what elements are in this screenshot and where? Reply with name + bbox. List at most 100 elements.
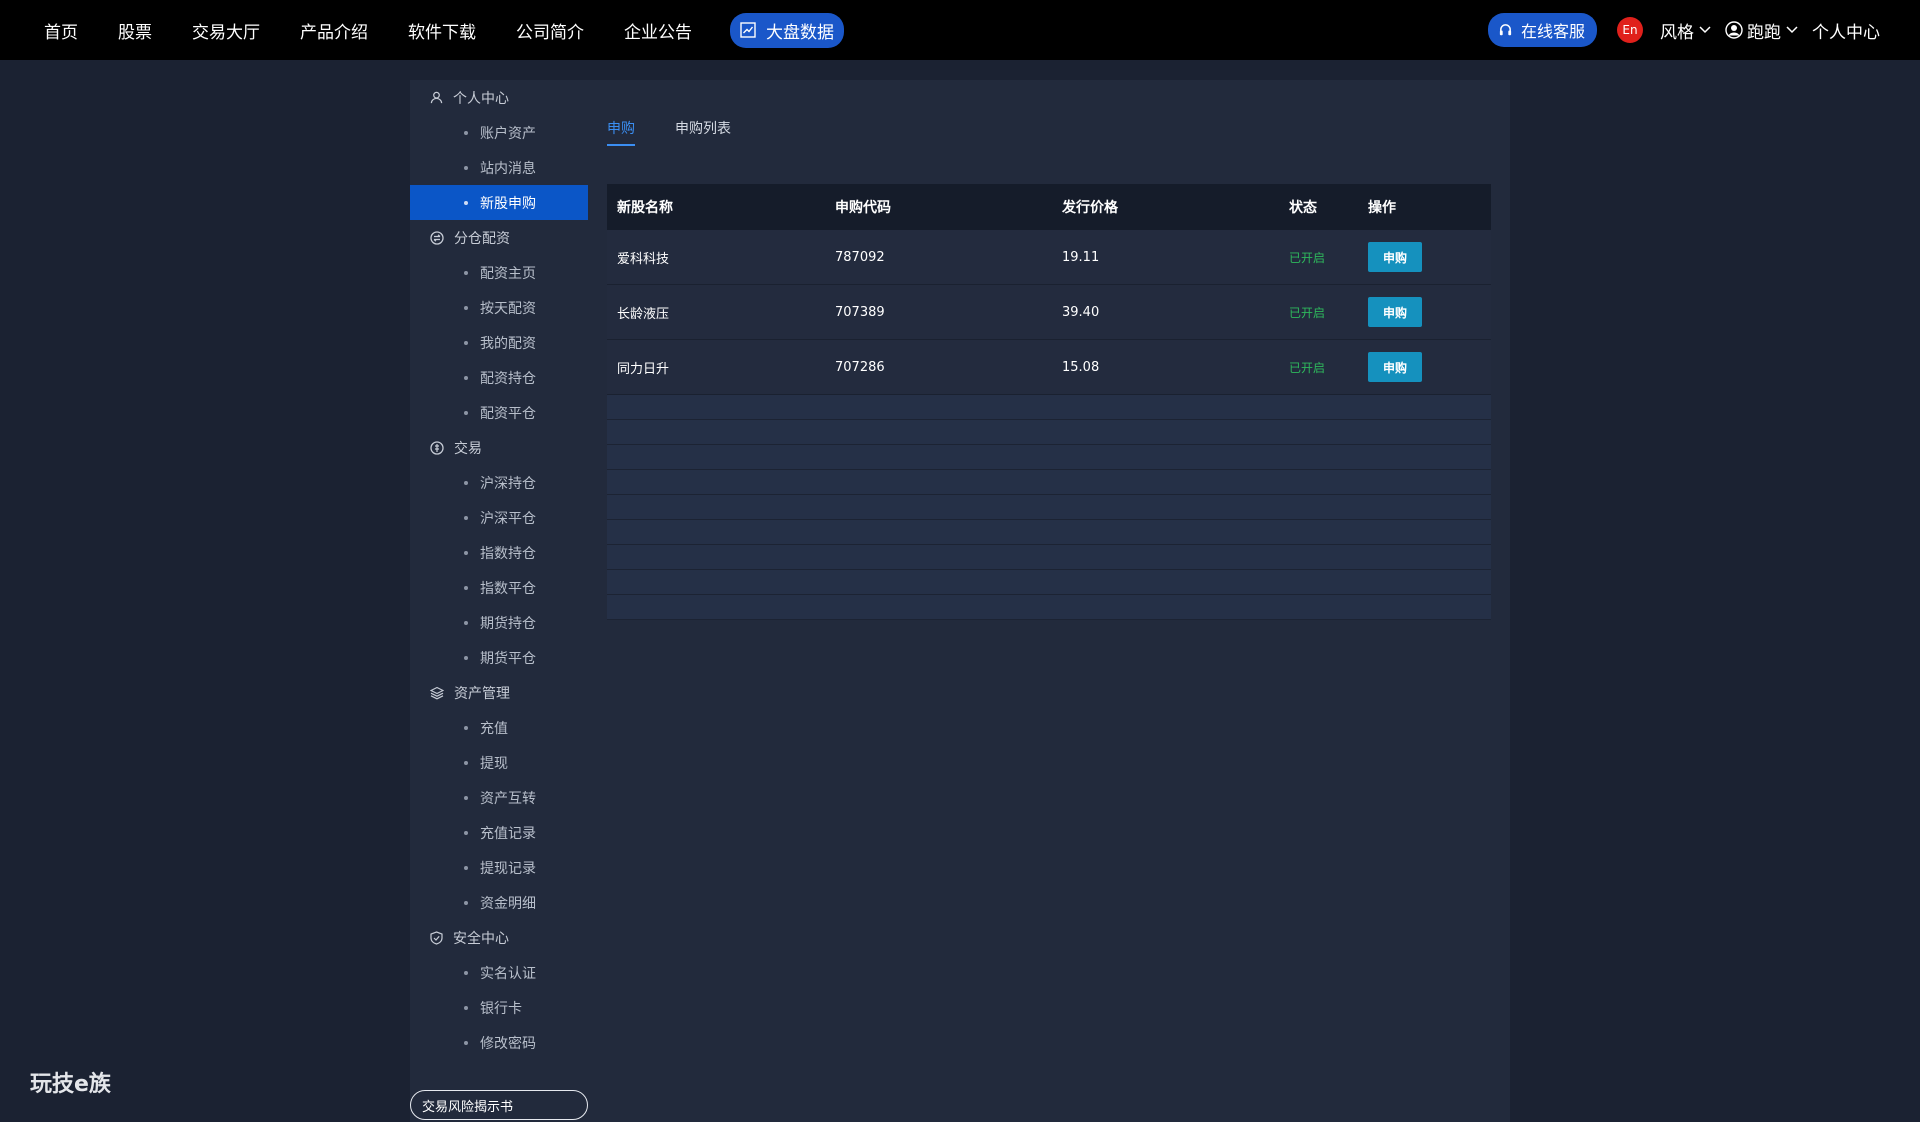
sidebar-item-identity-verification[interactable]: 实名认证 bbox=[410, 955, 588, 990]
sidebar-item-withdraw-records[interactable]: 提现记录 bbox=[410, 850, 588, 885]
sidebar-item-label: 充值 bbox=[480, 720, 508, 737]
user-avatar-icon bbox=[1725, 21, 1743, 39]
tab-bar: 申购 申购列表 bbox=[607, 118, 771, 146]
sidebar-item-label: 银行卡 bbox=[480, 1000, 522, 1017]
subscribe-button[interactable]: 申购 bbox=[1368, 242, 1422, 272]
sidebar-group-label: 资产管理 bbox=[454, 685, 510, 702]
brand-watermark: 玩技e族 bbox=[30, 1072, 111, 1097]
chart-icon bbox=[740, 22, 756, 38]
column-header-code: 申购代码 bbox=[835, 200, 891, 216]
subscribe-button[interactable]: 申购 bbox=[1368, 297, 1422, 327]
empty-table-row bbox=[607, 420, 1491, 445]
sidebar-item-label: 期货平仓 bbox=[480, 650, 536, 667]
column-header-status: 状态 bbox=[1289, 200, 1317, 216]
sidebar-item-label: 充值记录 bbox=[480, 825, 536, 842]
style-dropdown[interactable]: 风格 bbox=[1660, 18, 1711, 43]
sidebar-item-futures-positions[interactable]: 期货持仓 bbox=[410, 605, 588, 640]
tab-subscribe[interactable]: 申购 bbox=[607, 118, 635, 146]
sidebar-item-label: 配资平仓 bbox=[480, 405, 536, 422]
sidebar-item-bank-card[interactable]: 银行卡 bbox=[410, 990, 588, 1025]
sidebar-item-label: 指数平仓 bbox=[480, 580, 536, 597]
currency-circle-icon bbox=[430, 440, 444, 455]
sidebar-group-trade[interactable]: 交易 bbox=[410, 430, 588, 465]
sidebar-item-label: 站内消息 bbox=[480, 160, 536, 177]
sidebar-item-label: 提现 bbox=[480, 755, 508, 772]
sidebar-item-label: 账户资产 bbox=[480, 125, 536, 142]
sidebar-item-margin-positions[interactable]: 配资持仓 bbox=[410, 360, 588, 395]
sidebar-item-label: 资产互转 bbox=[480, 790, 536, 807]
sidebar-item-deposit[interactable]: 充值 bbox=[410, 710, 588, 745]
cell-name: 爱科科技 bbox=[617, 251, 670, 267]
online-service-button[interactable]: 在线客服 bbox=[1487, 13, 1597, 47]
sidebar-item-index-positions[interactable]: 指数持仓 bbox=[410, 535, 588, 570]
chevron-down-icon bbox=[1699, 26, 1711, 34]
table-row: 长龄液压 707389 39.40 已开启 申购 bbox=[607, 285, 1491, 340]
sidebar-item-withdraw[interactable]: 提现 bbox=[410, 745, 588, 780]
status-badge: 已开启 bbox=[1289, 250, 1326, 265]
sidebar-item-label: 我的配资 bbox=[480, 335, 536, 352]
main-nav: 首页 股票 交易大厅 产品介绍 软件下载 公司简介 企业公告 大盘数据 bbox=[0, 0, 884, 60]
sidebar-group-label: 个人中心 bbox=[453, 90, 509, 107]
sidebar-item-a-share-closed[interactable]: 沪深平仓 bbox=[410, 500, 588, 535]
nav-announcements[interactable]: 企业公告 bbox=[624, 18, 692, 43]
nav-downloads[interactable]: 软件下载 bbox=[408, 18, 476, 43]
empty-table-row bbox=[607, 520, 1491, 545]
sidebar-item-account-assets[interactable]: 账户资产 bbox=[410, 115, 588, 150]
sidebar-group-assets[interactable]: 资产管理 bbox=[410, 675, 588, 710]
sidebar-group-security[interactable]: 安全中心 bbox=[410, 920, 588, 955]
sidebar-item-label: 提现记录 bbox=[480, 860, 536, 877]
sidebar-item-a-share-positions[interactable]: 沪深持仓 bbox=[410, 465, 588, 500]
table-header: 新股名称 申购代码 发行价格 状态 操作 bbox=[607, 184, 1491, 230]
column-header-action: 操作 bbox=[1368, 200, 1396, 216]
sidebar-item-label: 实名认证 bbox=[480, 965, 536, 982]
nav-market-data[interactable]: 大盘数据 bbox=[730, 12, 844, 48]
sidebar-item-ipo-subscription[interactable]: 新股申购 bbox=[410, 185, 588, 220]
subscribe-button[interactable]: 申购 bbox=[1368, 352, 1422, 382]
sidebar-item-messages[interactable]: 站内消息 bbox=[410, 150, 588, 185]
cell-code: 787092 bbox=[835, 249, 885, 265]
nav-home[interactable]: 首页 bbox=[44, 18, 78, 43]
sidebar-item-futures-closed[interactable]: 期货平仓 bbox=[410, 640, 588, 675]
cell-price: 15.08 bbox=[1062, 359, 1100, 375]
sidebar-item-fund-details[interactable]: 资金明细 bbox=[410, 885, 588, 920]
sidebar-item-label: 配资主页 bbox=[480, 265, 536, 282]
table-row: 爱科科技 787092 19.11 已开启 申购 bbox=[607, 230, 1491, 285]
sidebar-item-my-margin[interactable]: 我的配资 bbox=[410, 325, 588, 360]
sidebar-item-label: 沪深平仓 bbox=[480, 510, 536, 527]
nav-stocks[interactable]: 股票 bbox=[118, 18, 152, 43]
tab-subscription-list[interactable]: 申购列表 bbox=[675, 118, 731, 146]
column-header-price: 发行价格 bbox=[1062, 200, 1118, 216]
empty-table-row bbox=[607, 395, 1491, 420]
empty-table-row bbox=[607, 545, 1491, 570]
empty-table-row bbox=[607, 470, 1491, 495]
sidebar-item-index-closed[interactable]: 指数平仓 bbox=[410, 570, 588, 605]
user-menu[interactable]: 跑跑 bbox=[1725, 18, 1798, 43]
sidebar-group-personal[interactable]: 个人中心 bbox=[410, 80, 588, 115]
sidebar-group-label: 分仓配资 bbox=[454, 230, 510, 247]
exchange-circle-icon bbox=[430, 230, 444, 245]
nav-products[interactable]: 产品介绍 bbox=[300, 18, 368, 43]
sidebar-item-label: 指数持仓 bbox=[480, 545, 536, 562]
sidebar: 个人中心 账户资产 站内消息 新股申购 分仓配资 配资主页 按天配资 我的配资 … bbox=[410, 80, 588, 1122]
nav-trading-hall[interactable]: 交易大厅 bbox=[192, 18, 260, 43]
empty-table-row bbox=[607, 570, 1491, 595]
column-header-name: 新股名称 bbox=[617, 200, 673, 216]
sidebar-item-change-password[interactable]: 修改密码 bbox=[410, 1025, 588, 1060]
sidebar-item-margin-closed[interactable]: 配资平仓 bbox=[410, 395, 588, 430]
cell-name: 同力日升 bbox=[617, 361, 670, 377]
sidebar-item-label: 新股申购 bbox=[480, 195, 536, 212]
risk-disclosure-button[interactable]: 交易风险揭示书 bbox=[410, 1090, 588, 1120]
personal-center-link[interactable]: 个人中心 bbox=[1812, 18, 1880, 43]
sidebar-item-deposit-records[interactable]: 充值记录 bbox=[410, 815, 588, 850]
sidebar-item-transfer[interactable]: 资产互转 bbox=[410, 780, 588, 815]
sidebar-group-margin[interactable]: 分仓配资 bbox=[410, 220, 588, 255]
sidebar-item-daily-margin[interactable]: 按天配资 bbox=[410, 290, 588, 325]
empty-table-row bbox=[607, 595, 1491, 620]
table-row: 同力日升 707286 15.08 已开启 申购 bbox=[607, 340, 1491, 395]
sidebar-item-label: 按天配资 bbox=[480, 300, 536, 317]
online-service-label: 在线客服 bbox=[1520, 22, 1585, 41]
language-toggle[interactable]: En bbox=[1617, 17, 1643, 43]
nav-company[interactable]: 公司简介 bbox=[516, 18, 584, 43]
cell-code: 707286 bbox=[835, 359, 885, 375]
sidebar-item-margin-home[interactable]: 配资主页 bbox=[410, 255, 588, 290]
